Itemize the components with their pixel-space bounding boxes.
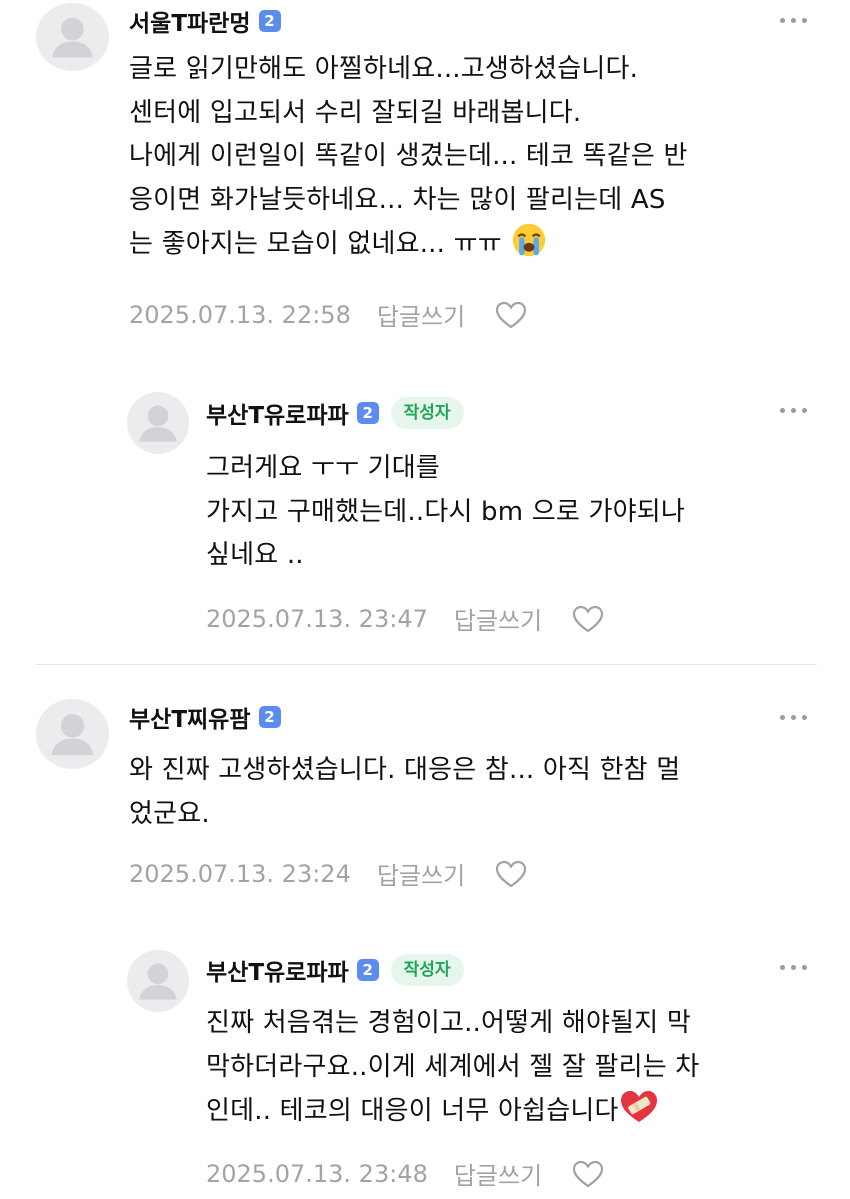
heart-outline-icon[interactable] (495, 860, 527, 888)
comment-meta: 2025.07.13. 22:58 답글쓰기 (129, 297, 527, 332)
member-level-badge: 2 (258, 10, 281, 32)
timestamp: 2025.07.13. 23:48 (206, 1159, 428, 1188)
more-options-icon[interactable] (780, 963, 810, 973)
reply-button[interactable]: 답글쓰기 (454, 601, 542, 636)
divider (35, 664, 817, 665)
comment-body: 진짜 처음겪는 경험이고..어떻게 해야될지 막막하더라구요..이게 세계에서 … (206, 1002, 699, 1140)
heart-outline-icon[interactable] (495, 301, 527, 329)
author-name[interactable]: 부산T찌유팜 (129, 700, 251, 734)
comment-line: 가지고 구매했는데..다시 bm 으로 가야되나 (206, 496, 685, 527)
loudly-crying-face-emoji (510, 222, 548, 273)
comment-body: 그러게요 ㅜㅜ 기대를가지고 구매했는데..다시 bm 으로 가야되나싶네요 .… (206, 447, 685, 578)
reply-button[interactable]: 답글쓰기 (454, 1156, 542, 1191)
avatar[interactable] (127, 950, 189, 1012)
member-level-badge: 2 (356, 959, 379, 981)
author-name[interactable]: 부산T유로파파 (206, 396, 349, 430)
comment-line: 글로 읽기만해도 아찔하네요...고생하셨습니다. (129, 54, 639, 84)
comment-meta: 2025.07.13. 23:48 답글쓰기 (206, 1156, 604, 1191)
member-level-badge: 2 (258, 706, 281, 728)
comment-author-row: 부산T유로파파 2 작성자 (206, 396, 464, 430)
default-avatar-icon (139, 405, 177, 442)
comment-line: 싶네요 .. (206, 540, 304, 570)
mending-heart-emoji (619, 1089, 659, 1140)
author-name[interactable]: 서울T파란멍 (129, 4, 251, 38)
default-avatar-icon (51, 714, 94, 755)
comment-body: 글로 읽기만해도 아찔하네요...고생하셨습니다. 센터에 입고되서 수리 잘되길… (129, 48, 688, 273)
member-level-badge: 2 (356, 402, 379, 424)
comment-author-row: 부산T찌유팜 2 (129, 700, 281, 734)
comment-body: 와 진짜 고생하셨습니다. 대응은 참... 아직 한참 멀었군요. (129, 749, 680, 836)
heart-outline-icon[interactable] (572, 1160, 604, 1188)
reply-button[interactable]: 답글쓰기 (377, 856, 465, 891)
comment-line: 나에게 이런일이 똑같이 생겼는데... 테코 똑같은 반 (129, 141, 688, 171)
more-options-icon[interactable] (780, 713, 810, 723)
comment-line: 진짜 처음겪는 경험이고..어떻게 해야될지 막 (206, 1008, 691, 1038)
comment-line: 그러게요 ㅜㅜ 기대를 (206, 453, 441, 483)
timestamp: 2025.07.13. 23:47 (206, 604, 428, 633)
comment-author-row: 부산T유로파파 2 작성자 (206, 953, 464, 987)
comment-line: 와 진짜 고생하셨습니다. 대응은 참... 아직 한참 멀 (129, 755, 681, 785)
avatar[interactable] (36, 3, 109, 71)
comment-meta: 2025.07.13. 23:47 답글쓰기 (206, 601, 604, 636)
comment-author-row: 서울T파란멍 2 (129, 4, 281, 38)
default-avatar-icon (139, 963, 177, 1000)
comment-line-text: 는 좋아지는 모습이 없네요... ㅠㅠ (129, 229, 511, 259)
reply-button[interactable]: 답글쓰기 (377, 297, 465, 332)
timestamp: 2025.07.13. 22:58 (129, 300, 351, 329)
comment-line: 인데.. 테코의 대응이 너무 아쉽습니다 (206, 1089, 699, 1140)
avatar[interactable] (127, 392, 189, 454)
comment-line-text: 인데.. 테코의 대응이 너무 아쉽습니다 (206, 1096, 619, 1126)
heart-outline-icon[interactable] (572, 605, 604, 633)
avatar[interactable] (36, 699, 109, 769)
author-name[interactable]: 부산T유로파파 (206, 953, 349, 987)
default-avatar-icon (52, 17, 93, 58)
comment-line: 었군요. (129, 798, 210, 829)
author-badge: 작성자 (390, 954, 464, 986)
timestamp: 2025.07.13. 23:24 (129, 859, 351, 888)
comment-line: 는 좋아지는 모습이 없네요... ㅠㅠ (129, 222, 688, 273)
comment-line: 응이면 화가날듯하네요... 차는 많이 팔리는데 AS (129, 184, 666, 215)
more-options-icon[interactable] (780, 406, 810, 416)
comment-meta: 2025.07.13. 23:24 답글쓰기 (129, 856, 527, 891)
comment-line: 센터에 입고되서 수리 잘되길 바래봅니다. (129, 97, 582, 128)
comment-line: 막하더라구요..이게 세계에서 젤 잘 팔리는 차 (206, 1051, 700, 1082)
more-options-icon[interactable] (780, 16, 810, 26)
author-badge: 작성자 (390, 397, 464, 429)
